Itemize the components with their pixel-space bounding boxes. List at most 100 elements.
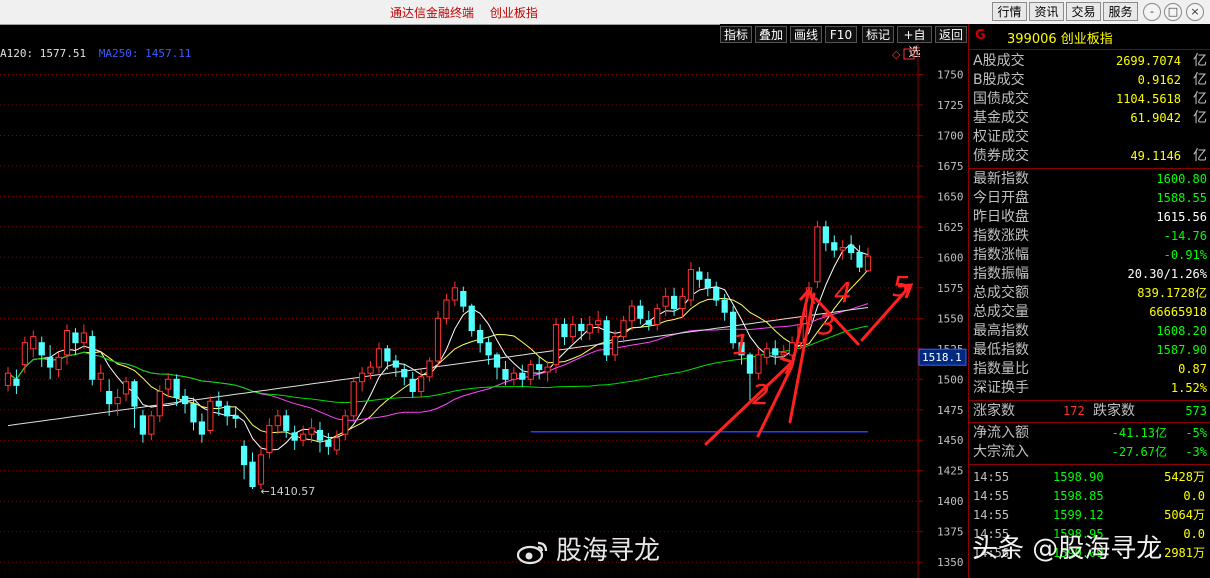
- app-title: 通达信金融终端 创业板指: [390, 4, 550, 21]
- f10-button[interactable]: F10: [825, 26, 857, 43]
- candle-body: [232, 415, 239, 419]
- candle-body: [299, 433, 307, 441]
- breadth-row: 涨家数 172 跌家数 573: [969, 402, 1210, 421]
- trade-button[interactable]: 交易: [1066, 2, 1101, 21]
- y-tick-label: 1750: [937, 68, 964, 81]
- row-unit: 亿: [1193, 148, 1207, 164]
- add-favorite-button[interactable]: +自选: [897, 26, 932, 59]
- row-value: 1.52%: [1170, 381, 1207, 395]
- candle-body: [536, 364, 543, 371]
- flow-row: 净流入额 -41.13亿 -5%: [969, 424, 1210, 443]
- candle-body: [502, 369, 509, 380]
- candle-body: [485, 342, 492, 356]
- tick-volume: 5064万: [1164, 508, 1205, 522]
- candle-body: [333, 437, 340, 451]
- index-stat-row: 指数振幅 20.30/1.26%: [969, 265, 1210, 284]
- app-name: 通达信金融终端: [390, 6, 475, 20]
- row-label: 国债成交: [973, 91, 1029, 107]
- minimize-icon[interactable]: -: [1143, 3, 1161, 21]
- candle-body: [451, 287, 458, 301]
- tick-time: 14:55: [973, 508, 1010, 522]
- turnover-row: B股成交 0.9162 亿: [969, 71, 1210, 90]
- row-label: 净流入额: [973, 425, 1029, 441]
- y-tick-label: 1450: [937, 434, 964, 447]
- row-value: -41.13亿: [1111, 426, 1167, 440]
- row-value: 66665918: [1149, 305, 1207, 319]
- candle-body: [190, 403, 197, 423]
- tick-price: 1598.90: [1053, 470, 1104, 484]
- overlay-button[interactable]: 叠加: [755, 26, 787, 43]
- candle-body: [468, 305, 475, 332]
- index-code-name[interactable]: 399006 创业板指: [1007, 28, 1113, 47]
- row-label: 指数量比: [973, 361, 1029, 377]
- candle-body: [864, 255, 872, 272]
- watermark-corner: 头条 @股海寻龙: [972, 534, 1163, 564]
- candle-body: [13, 378, 20, 386]
- handwritten-number: 4: [834, 276, 852, 309]
- candle-body: [80, 332, 87, 344]
- tick-row[interactable]: 14:55 1599.12 5064万: [969, 506, 1210, 524]
- turnover-row: A股成交 2699.7074 亿: [969, 52, 1210, 71]
- y-tick-label: 1400: [937, 495, 964, 508]
- tick-row[interactable]: 14:55 1598.90 5428万: [969, 468, 1210, 486]
- candle-body: [122, 381, 130, 395]
- turnover-row: 基金成交 61.9042 亿: [969, 109, 1210, 128]
- candle-body: [139, 415, 147, 435]
- candle-body: [611, 336, 619, 356]
- watermark-center-text: 股海寻龙: [556, 536, 661, 566]
- indicator-button[interactable]: 指标: [720, 26, 752, 43]
- index-stat-row: 指数涨跌 -14.76: [969, 227, 1210, 246]
- row-value: -27.67亿: [1111, 445, 1167, 459]
- draw-line-button[interactable]: 画线: [790, 26, 822, 43]
- candle-body: [72, 332, 79, 344]
- mark-button[interactable]: 标记: [862, 26, 894, 43]
- tick-row[interactable]: 14:55 1598.85 0.0: [969, 487, 1210, 505]
- row-label: 权证成交: [973, 129, 1029, 145]
- candlestick-chart[interactable]: 1750172517001675165016251600157515501525…: [0, 44, 968, 578]
- row-label: 指数涨幅: [973, 247, 1029, 263]
- title-bar: 通达信金融终端 创业板指 行情 资讯 交易 服务 - □ ×: [0, 0, 1210, 25]
- market-button[interactable]: 行情: [992, 2, 1027, 21]
- candle-body: [240, 445, 248, 466]
- expand-icon: [903, 48, 915, 60]
- weibo-icon: [516, 541, 548, 564]
- row-label: 基金成交: [973, 110, 1029, 126]
- watermark-center: 股海寻龙: [516, 530, 660, 567]
- candle-body: [696, 271, 703, 280]
- candle-body: [443, 299, 450, 319]
- candle-body: [654, 308, 661, 325]
- index-stat-row: 指数量比 0.87: [969, 360, 1210, 379]
- candle-body: [106, 390, 113, 405]
- candle-body: [814, 226, 821, 283]
- y-tick-label: 1375: [937, 526, 964, 539]
- service-button[interactable]: 服务: [1103, 2, 1138, 21]
- candle-body: [316, 429, 324, 441]
- close-icon[interactable]: ×: [1186, 3, 1204, 21]
- maximize-icon[interactable]: □: [1164, 3, 1182, 21]
- row-value: 20.30/1.26%: [1127, 267, 1207, 281]
- handwritten-number: 5: [892, 270, 910, 303]
- candle-body: [47, 356, 54, 368]
- candle-body: [63, 330, 71, 356]
- candle-body: [637, 305, 644, 319]
- candle-body: [274, 415, 281, 427]
- candle-body: [224, 405, 231, 417]
- row-value: 61.9042: [1130, 111, 1181, 125]
- candle-body: [131, 381, 138, 407]
- row-value: 839.1728亿: [1137, 286, 1207, 300]
- candle-body: [283, 415, 290, 431]
- index-stat-row: 总成交量 66665918: [969, 303, 1210, 322]
- handwritten-number: 3: [818, 308, 836, 341]
- back-button[interactable]: 返回: [935, 26, 967, 43]
- candle-body: [38, 342, 45, 356]
- candle-body: [4, 372, 12, 386]
- candle-body: [670, 295, 678, 310]
- candle-body: [308, 427, 315, 435]
- tick-volume: 0.0: [1183, 527, 1205, 541]
- candle-body: [772, 348, 779, 356]
- row-value: 1104.5618: [1115, 92, 1181, 106]
- news-button[interactable]: 资讯: [1029, 2, 1064, 21]
- candle-body: [367, 366, 374, 374]
- candle-body: [359, 372, 366, 383]
- candle-body: [552, 323, 560, 366]
